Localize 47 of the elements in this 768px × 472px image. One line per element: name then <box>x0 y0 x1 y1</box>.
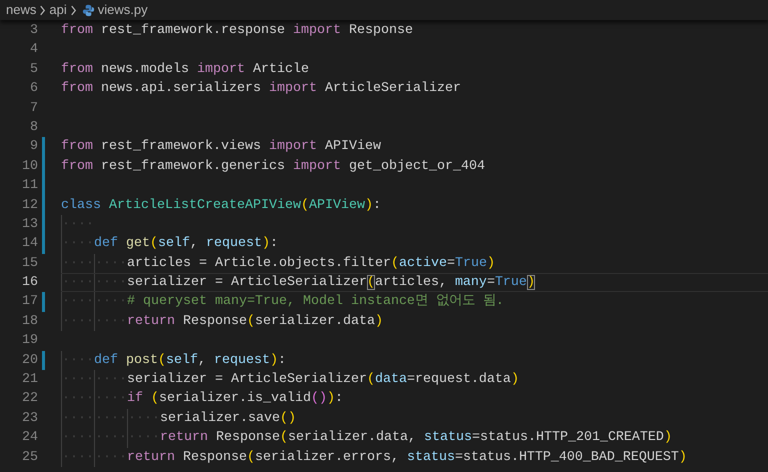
code-line: ········# queryset many=True, Model instance면 없어도 됨. <box>61 292 768 312</box>
line-number: 14 <box>21 235 38 254</box>
code-line: ········if (serializer.is_valid()): <box>61 389 768 409</box>
code-line: ········serializer = ArticleSerializer(articles, many=True) <box>61 273 768 292</box>
line-number: 7 <box>29 100 38 118</box>
line-number: 18 <box>21 312 38 331</box>
line-number: 11 <box>21 177 38 196</box>
code-line: ········serializer = ArticleSerializer(data=request.data) <box>61 370 520 390</box>
code-line: from news.models import Article <box>61 60 310 79</box>
code-line: class ArticleListCreateAPIView(APIView): <box>61 196 382 215</box>
code-line: ········articles = Article.objects.filter(active=True) <box>61 254 768 274</box>
line-number: 3 <box>29 22 38 40</box>
breadcrumb-item[interactable]: views.py <box>98 0 148 20</box>
line-number: 23 <box>21 410 38 428</box>
code-line: ····def post(self, request): <box>61 350 768 370</box>
line-number: 16 <box>21 274 38 292</box>
code-line: ············serializer.save() <box>61 408 768 428</box>
line-number: 19 <box>21 332 38 350</box>
code-line: ········return Response(serializer.errors, status=status.HTTP_400_BAD_REQUEST) <box>61 448 688 467</box>
line-number: 13 <box>21 216 38 234</box>
line-number: 5 <box>29 60 38 79</box>
line-number: 15 <box>21 254 38 273</box>
code-line: from news.api.serializers import ArticleSerializer <box>61 80 462 98</box>
code-line: ········return Response(serializer.data) <box>61 312 768 332</box>
code-line: ············return Response(serializer.data, status=status.HTTP_201_CREATED) <box>61 428 768 448</box>
line-number: 22 <box>21 390 38 408</box>
line-number: 9 <box>29 138 38 156</box>
chevron-icon <box>39 4 46 16</box>
line-number: 12 <box>21 196 38 215</box>
chevron-icon <box>70 4 77 16</box>
line-number: 21 <box>21 371 38 390</box>
line-number: 17 <box>21 293 38 312</box>
line-number: 8 <box>29 118 38 137</box>
line-number: 25 <box>21 448 38 467</box>
code-line: from rest_framework.generics import get_object_or_404 <box>61 158 486 176</box>
breadcrumb-item[interactable]: news <box>6 0 36 20</box>
line-number: 20 <box>21 352 38 370</box>
line-number: 10 <box>21 158 38 176</box>
line-number: 4 <box>29 41 38 60</box>
breadcrumb-item[interactable]: api <box>49 0 67 20</box>
code-line: ···· <box>61 214 768 234</box>
code-line: ····def get(self, request): <box>61 234 768 254</box>
python-file-icon <box>82 4 95 16</box>
line-number: 24 <box>21 429 38 448</box>
code-line: from rest_framework.response import Response <box>61 22 414 40</box>
code-line: from rest_framework.views import APIView <box>61 138 382 156</box>
line-number: 6 <box>29 80 38 98</box>
